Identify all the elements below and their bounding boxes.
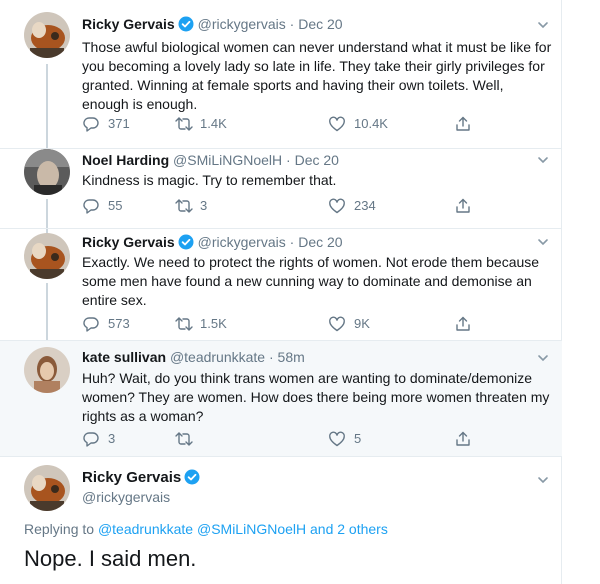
like-count: 9K [354,316,370,331]
verified-badge-icon [178,234,194,250]
verified-badge-icon [178,16,194,32]
retweet-icon [175,199,193,213]
chevron-down-icon[interactable] [536,18,550,32]
tweet-time[interactable]: Dec 20 [295,152,339,168]
reply-icon [83,199,99,214]
like-count: 234 [354,198,376,213]
chevron-down-icon[interactable] [536,153,550,167]
share-icon [456,116,470,131]
reply-count: 3 [108,431,116,446]
retweet-count: 3 [200,198,208,213]
reply-count: 573 [108,316,130,331]
author-handle[interactable]: @rickygervais [82,487,170,507]
replying-to: Replying to @teadrunkkate @SMiLiNGNoelH … [24,519,388,539]
tweet-text: Those awful biological women can never u… [82,39,552,112]
avatar[interactable] [24,465,70,511]
tweet-header: kate sullivan @teadrunkkate · 58m [82,349,305,365]
avatar[interactable] [24,347,70,393]
author-name[interactable]: Noel Harding [82,152,169,168]
author-name[interactable]: kate sullivan [82,349,166,365]
author-handle[interactable]: @teadrunkkate [170,349,265,365]
author-name[interactable]: Ricky Gervais [82,469,181,486]
reply-count: 55 [108,198,123,213]
reply-icon [83,317,99,332]
heart-icon [329,116,345,132]
reply-icon [83,432,99,447]
main-tweet-text: Nope. I said men. [24,546,197,571]
share-icon [456,198,470,213]
retweet-icon [175,432,193,446]
like-count: 10.4K [354,116,388,131]
main-tweet[interactable]: Ricky Gervais @rickygervais Replying to … [0,457,562,584]
retweet-count: 1.4K [200,116,227,131]
author-handle[interactable]: @SMiLiNGNoelH [173,152,282,168]
author-name[interactable]: Ricky Gervais [82,16,175,32]
share-icon [456,316,470,331]
main-author: Ricky Gervais [82,468,204,488]
author-handle[interactable]: @rickygervais [198,16,286,32]
share-icon [456,431,470,446]
tweet-time[interactable]: Dec 20 [298,16,342,32]
replying-prefix: Replying to [24,521,95,537]
tweet-time[interactable]: Dec 20 [298,234,342,250]
tweet-text: Kindness is magic. Try to remember that. [82,172,337,188]
replying-to-links[interactable]: @teadrunkkate @SMiLiNGNoelH and 2 others [98,521,388,537]
tweet-item[interactable]: Noel Harding @SMiLiNGNoelH · Dec 20 Kind… [0,149,562,234]
author-name[interactable]: Ricky Gervais [82,234,175,250]
retweet-icon [175,317,193,331]
tweet-actions: 55 3 234 [82,196,482,216]
tweet-time[interactable]: 58m [278,349,305,365]
tweet-text: Huh? Wait, do you think trans women are … [82,370,550,424]
like-count: 5 [354,431,362,446]
heart-icon [329,198,345,214]
tweet-actions: 371 1.4K 10.4K [82,114,482,134]
chevron-down-icon[interactable] [536,235,550,249]
tweet-item[interactable]: Ricky Gervais @rickygervais · Dec 20 Thos… [0,0,562,152]
thread-line [46,64,48,152]
tweet-item[interactable]: Ricky Gervais @rickygervais · Dec 20 Exac… [0,229,562,346]
tweet-actions: 3 5 [82,429,482,449]
chevron-down-icon[interactable] [536,473,550,487]
heart-icon [329,316,345,332]
reply-icon [83,117,99,132]
avatar[interactable] [24,149,70,195]
chevron-down-icon[interactable] [536,351,550,365]
tweet-header: Ricky Gervais @rickygervais · Dec 20 [82,234,343,250]
thread-line [46,283,48,346]
tweet-header: Ricky Gervais @rickygervais · Dec 20 [82,16,343,32]
tweet-actions: 573 1.5K 9K [82,314,482,334]
reply-count: 371 [108,116,130,131]
tweet-item-highlighted[interactable]: kate sullivan @teadrunkkate · 58m Huh? W… [0,341,562,456]
avatar[interactable] [24,233,70,279]
timeline: Ricky Gervais @rickygervais · Dec 20 Thos… [0,0,562,584]
avatar[interactable] [24,12,70,58]
author-handle[interactable]: @rickygervais [198,234,286,250]
tweet-header: Noel Harding @SMiLiNGNoelH · Dec 20 [82,152,339,168]
tweet-text: Exactly. We need to protect the rights o… [82,254,540,308]
retweet-icon [175,117,193,131]
retweet-count: 1.5K [200,316,227,331]
verified-badge-icon [184,469,200,485]
heart-icon [329,431,345,447]
